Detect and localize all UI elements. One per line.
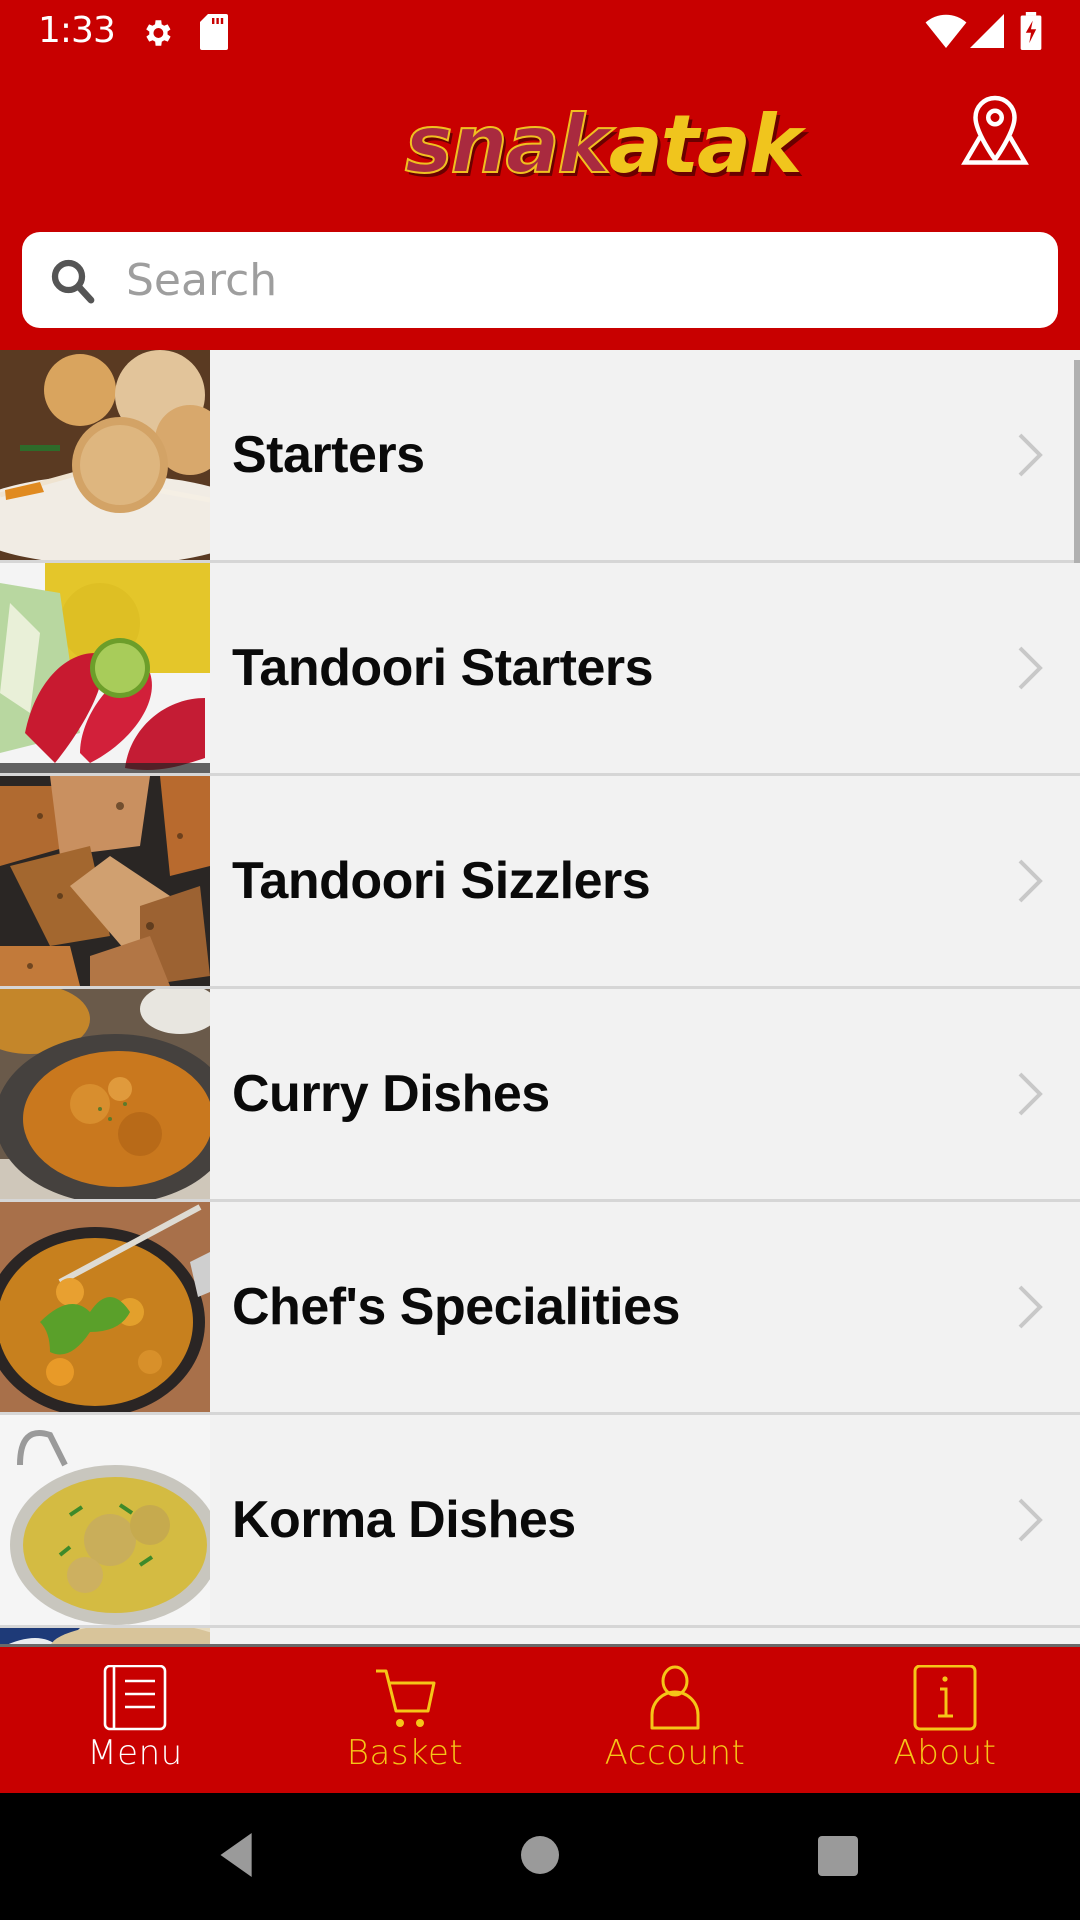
wifi-icon [925,14,967,48]
nav-item-about[interactable]: About [810,1647,1080,1793]
search-icon [51,259,95,304]
chevron-right-icon [1018,1072,1043,1116]
home-icon[interactable] [520,1835,560,1875]
search-input[interactable] [126,232,1026,328]
nav-item-basket[interactable]: Basket [270,1647,540,1793]
category-row-chefs-specialities[interactable]: Chef's Specialities [0,1202,1080,1415]
category-image-tandoori-starters [0,563,210,773]
category-image-starters [0,350,210,560]
nav-label: Basket [346,1733,464,1773]
scrollbar[interactable] [1074,360,1080,570]
category-label: Korma Dishes [232,1491,576,1549]
sd-card-icon [200,14,228,50]
app-logo: snakatak [404,90,802,200]
category-label: Chef's Specialities [232,1278,680,1336]
cell-signal-icon [970,14,1004,48]
category-label: Tandoori Sizzlers [232,852,651,910]
nav-item-menu[interactable]: Menu [0,1647,270,1793]
gear-icon [146,20,171,46]
system-nav-bar [0,1793,1080,1920]
nav-item-account[interactable]: Account [540,1647,810,1793]
category-label: Starters [232,426,425,484]
category-image-korma-dishes [0,1415,210,1625]
logo-text-snak: snak [404,97,612,192]
person-icon [650,1665,700,1730]
info-icon [913,1665,977,1731]
location-pin-icon[interactable] [950,92,1040,182]
cart-icon [376,1669,436,1727]
chevron-right-icon [1018,433,1043,477]
status-time: 1:33 [38,10,116,51]
nav-label: About [893,1733,997,1773]
category-label: Curry Dishes [232,1065,550,1123]
chevron-right-icon [1018,1285,1043,1329]
category-image-tandoori-sizzlers [0,776,210,986]
recents-icon[interactable] [818,1836,858,1876]
app-bar: snakatak [0,70,1080,350]
search-bar[interactable] [22,232,1058,328]
menu-book-icon [103,1665,167,1731]
category-row-curry-dishes[interactable]: Curry Dishes [0,989,1080,1202]
category-image-chefs-specialities [0,1202,210,1412]
status-bar: 1:33 [0,0,1080,70]
category-list[interactable]: Starters Tandoori Starters Tandoori Sizz… [0,350,1080,1647]
bottom-nav: Menu Basket Account About [0,1647,1080,1793]
nav-label: Account [604,1733,746,1773]
chevron-right-icon [1018,646,1043,690]
category-row-korma-dishes[interactable]: Korma Dishes [0,1415,1080,1628]
back-icon[interactable] [215,1833,259,1877]
category-row-starters[interactable]: Starters [0,350,1080,570]
category-row-tandoori-sizzlers[interactable]: Tandoori Sizzlers [0,776,1080,989]
category-label: Tandoori Starters [232,639,654,697]
nav-label: Menu [87,1733,183,1773]
chevron-right-icon [1018,1498,1043,1542]
logo-text-atak: atak [608,98,802,191]
category-image-curry-dishes [0,989,210,1199]
chevron-right-icon [1018,859,1043,903]
category-row-tandoori-starters[interactable]: Tandoori Starters [0,563,1080,776]
battery-charging-icon [1020,12,1042,50]
